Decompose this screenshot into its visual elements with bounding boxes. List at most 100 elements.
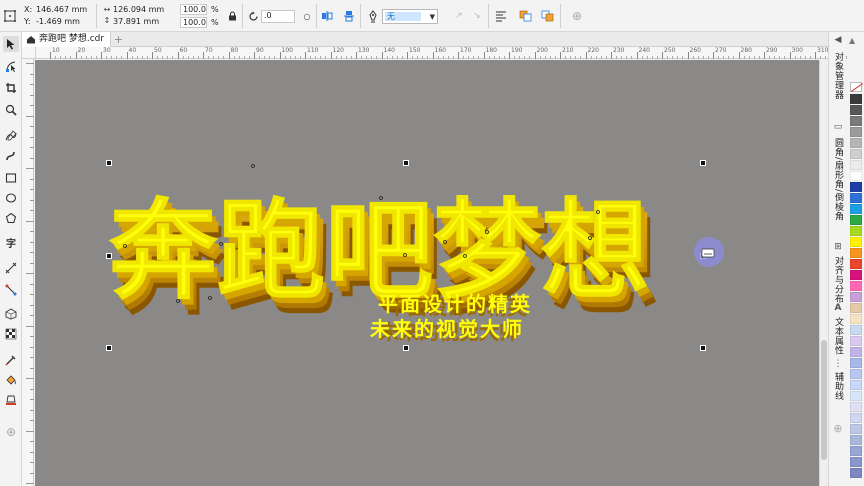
palette-swatch[interactable] (850, 116, 862, 126)
palette-swatch[interactable] (850, 160, 862, 170)
corner-icon[interactable]: ⊞ (832, 242, 844, 254)
shape-tool-icon[interactable] (3, 58, 19, 74)
object-manager-icon[interactable]: ▭ (832, 122, 844, 134)
scrollbar-thumb[interactable] (821, 340, 827, 460)
selection-handle-top-right[interactable] (700, 160, 706, 166)
no-color-swatch[interactable] (850, 82, 862, 92)
palette-swatch[interactable] (850, 457, 862, 467)
selection-handle-bottom-right[interactable] (700, 345, 706, 351)
outline-width-select[interactable]: 无 ▼ (382, 9, 438, 24)
scale-height-field[interactable]: 100.0 (180, 17, 207, 28)
x-value[interactable]: 146.467 mm (36, 5, 87, 14)
palette-swatch[interactable] (850, 259, 862, 269)
palette-swatch[interactable] (850, 380, 862, 390)
palette-swatch[interactable] (850, 281, 862, 291)
transparency-tool-icon[interactable] (3, 326, 19, 342)
selection-handle-top-center[interactable] (403, 160, 409, 166)
palette-swatch[interactable] (850, 215, 862, 225)
drawing-canvas[interactable]: 奔跑吧梦想 奔跑吧梦想 奔跑吧梦想 奔跑吧梦想 平面设计的精英 平面设计的精英 … (35, 60, 819, 486)
palette-swatch[interactable] (850, 237, 862, 247)
palette-swatch[interactable] (850, 105, 862, 115)
width-value[interactable]: 126.094 mm (113, 5, 164, 15)
subtitle-line2[interactable]: 未来的视觉大师 (370, 317, 524, 341)
docker-toggle-icon[interactable]: ◀ (832, 35, 844, 47)
crop-tool-icon[interactable] (3, 80, 19, 96)
scale-width-field[interactable]: 100.0 (180, 4, 207, 15)
lock-ratio-icon[interactable] (225, 9, 239, 23)
palette-swatch[interactable] (850, 314, 862, 324)
palette-swatch[interactable] (850, 303, 862, 313)
artwork[interactable]: 奔跑吧梦想 奔跑吧梦想 奔跑吧梦想 奔跑吧梦想 平面设计的精英 平面设计的精英 … (35, 60, 819, 486)
palette-swatch[interactable] (850, 292, 862, 302)
y-position[interactable]: Y: -1.469 mm (24, 17, 80, 27)
ruler-corner[interactable] (22, 47, 36, 59)
parallel-dimension-icon[interactable] (3, 260, 19, 276)
palette-swatch[interactable] (850, 149, 862, 159)
intersect-icon[interactable] (540, 9, 554, 23)
docker-tab-object-manager[interactable]: 对象管理器 (831, 52, 845, 100)
palette-swatch[interactable] (850, 193, 862, 203)
docker-tab-text-properties[interactable]: 文本属性 (831, 317, 845, 355)
palette-swatch[interactable] (850, 127, 862, 137)
transform-grid-icon[interactable] (3, 9, 17, 23)
selection-handle-bottom-center[interactable] (403, 345, 409, 351)
palette-swatch[interactable] (850, 138, 862, 148)
vertical-scrollbar[interactable] (819, 60, 828, 486)
palette-swatch[interactable] (850, 94, 862, 104)
docker-tab-corner[interactable]: 圆角/扇形角/倒棱角 (831, 138, 845, 221)
palette-swatch[interactable] (850, 182, 862, 192)
mirror-vertical-icon[interactable] (342, 9, 356, 23)
docker-tab-align[interactable]: 对齐与分布 (831, 256, 845, 304)
vertical-ruler[interactable] (22, 59, 34, 486)
palette-swatch[interactable] (850, 347, 862, 357)
palette-swatch[interactable] (850, 270, 862, 280)
rectangle-tool-icon[interactable] (3, 170, 19, 186)
document-tab[interactable]: 奔跑吧 梦想.cdr (22, 32, 112, 47)
palette-swatch[interactable] (850, 369, 862, 379)
add-icon[interactable]: ⊕ (570, 9, 584, 23)
weld-icon[interactable] (518, 9, 532, 23)
palette-swatch[interactable] (850, 226, 862, 236)
palette-swatch[interactable] (850, 248, 862, 258)
smart-fill-icon[interactable] (3, 392, 19, 408)
text-wrap-icon[interactable] (494, 9, 508, 23)
eyedropper-tool-icon[interactable] (3, 352, 19, 368)
artistic-media-icon[interactable] (3, 148, 19, 164)
selection-handle-bottom-left[interactable] (106, 345, 112, 351)
text-tool-icon[interactable]: 字 (3, 234, 19, 250)
palette-swatch[interactable] (850, 402, 862, 412)
rotation-field[interactable]: .0 (261, 10, 295, 23)
palette-swatch[interactable] (850, 413, 862, 423)
ellipse-tool-icon[interactable] (3, 190, 19, 206)
add-tool-icon[interactable]: ⊕ (3, 424, 19, 440)
selection-handle-top-left[interactable] (106, 160, 112, 166)
subtitle-line1[interactable]: 平面设计的精英 (378, 292, 532, 316)
zoom-tool-icon[interactable] (3, 102, 19, 118)
palette-swatch[interactable] (850, 325, 862, 335)
height-value[interactable]: 37.891 mm (113, 17, 159, 27)
guides-icon[interactable]: ⋮ (832, 359, 844, 371)
palette-swatch[interactable] (850, 424, 862, 434)
freehand-tool-icon[interactable] (3, 128, 19, 144)
selection-handle-middle-left[interactable] (106, 253, 112, 259)
palette-swatch[interactable] (850, 446, 862, 456)
text-properties-icon[interactable]: A (832, 303, 844, 315)
pick-tool-icon[interactable] (3, 36, 19, 52)
palette-swatch[interactable] (850, 468, 862, 478)
shadow-tool-icon[interactable] (3, 306, 19, 322)
mirror-horizontal-icon[interactable] (320, 9, 334, 23)
docker-tab-guides[interactable]: 辅助线 (831, 372, 845, 401)
palette-swatch[interactable] (850, 336, 862, 346)
palette-swatch[interactable] (850, 435, 862, 445)
x-position[interactable]: X: 146.467 mm (24, 5, 87, 15)
y-value[interactable]: -1.469 mm (36, 17, 80, 26)
palette-swatch[interactable] (850, 391, 862, 401)
add-docker-icon[interactable]: ⊕ (832, 422, 844, 435)
interactive-fill-icon[interactable] (3, 372, 19, 388)
new-tab-icon[interactable]: + (112, 33, 125, 46)
polygon-tool-icon[interactable] (3, 210, 19, 226)
connector-tool-icon[interactable] (3, 282, 19, 298)
outline-pen-icon[interactable] (366, 9, 380, 23)
horizontal-ruler[interactable]: 10 20 30 40 50 60 70 80 90 100 110 120 130 140 150 160 1… (36, 47, 862, 59)
palette-scroll-up-icon[interactable]: ▲ (849, 36, 855, 45)
